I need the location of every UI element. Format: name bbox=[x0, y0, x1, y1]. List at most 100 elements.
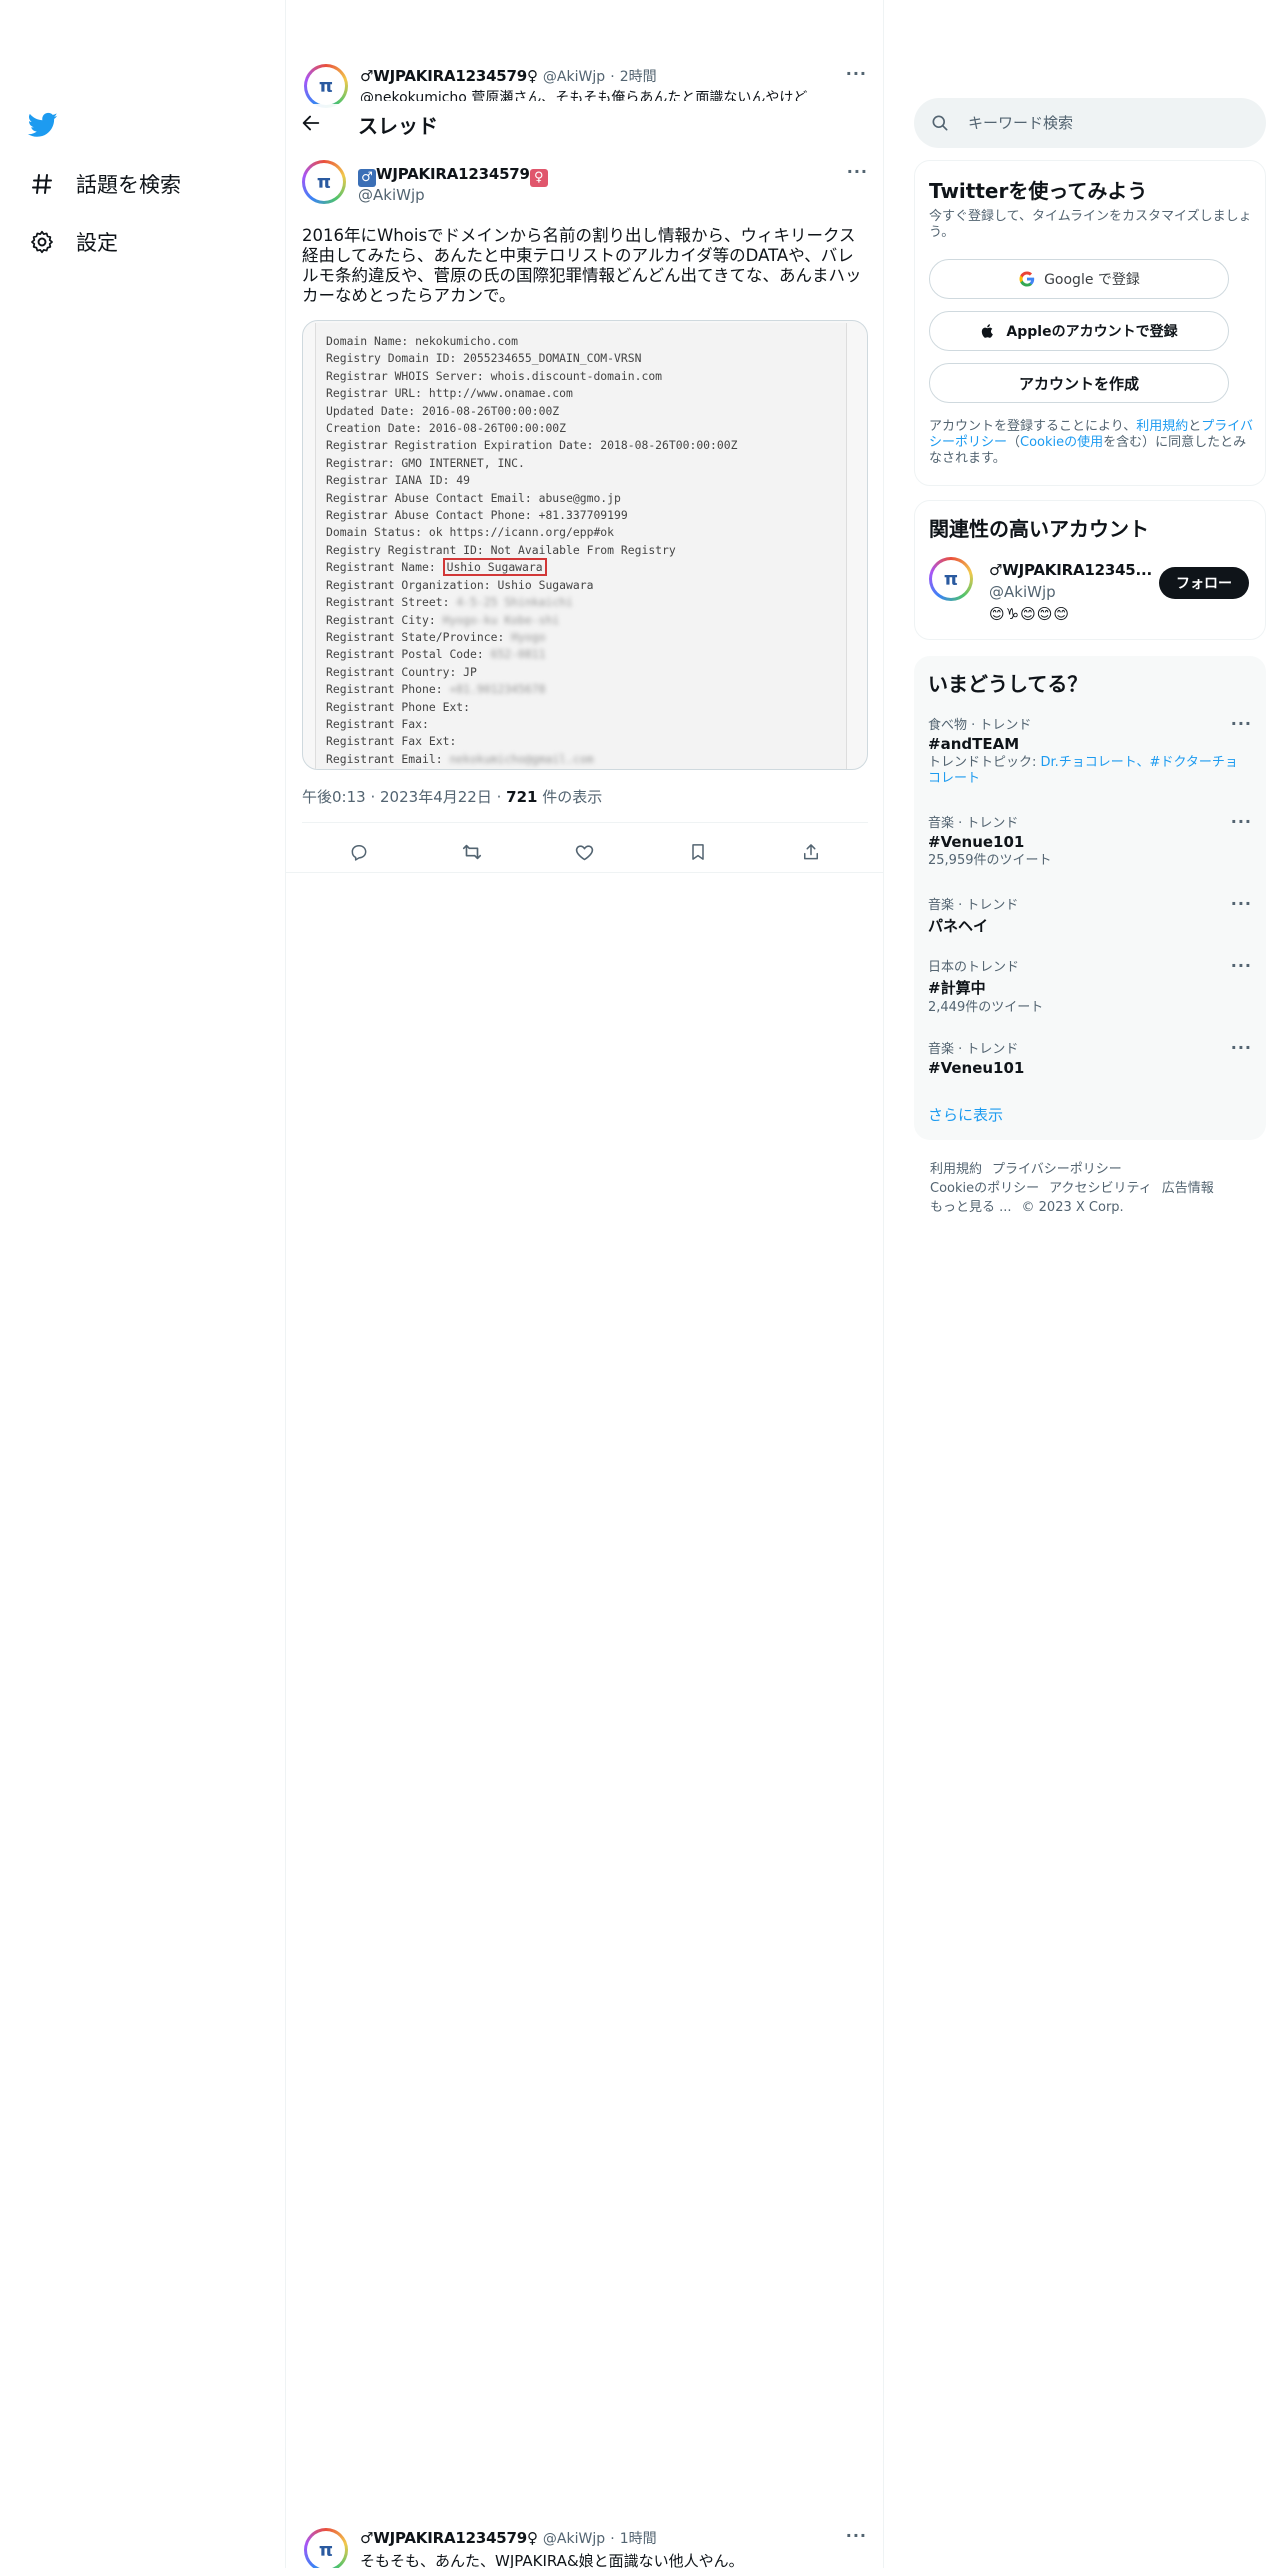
twitter-logo-icon[interactable] bbox=[26, 110, 66, 144]
apple-signup-button[interactable]: Appleのアカウントで登録 bbox=[929, 311, 1229, 351]
tweet-header: ♂WJPAKIRA1234579♀ @AkiWjp · 2時間 bbox=[360, 66, 657, 86]
timestamp[interactable]: 2時間 bbox=[620, 69, 657, 85]
left-nav: 話題を検索 設定 bbox=[0, 0, 286, 2568]
related-bio: 😊♑😊😊😊 bbox=[989, 605, 1070, 623]
follow-button[interactable]: フォロー bbox=[1159, 567, 1249, 599]
views-count: 721 bbox=[506, 788, 538, 806]
more-options-icon[interactable]: ··· bbox=[1231, 956, 1252, 975]
handle[interactable]: @AkiWjp bbox=[543, 2531, 605, 2547]
create-account-button[interactable]: アカウントを作成 bbox=[929, 363, 1229, 403]
whois-field: Registrant Phone Ext: bbox=[326, 699, 471, 714]
signup-card: Twitterを使ってみよう 今すぐ登録して、タイムラインをカスタマイズしましょ… bbox=[914, 160, 1266, 486]
footer-cookie-link[interactable]: Cookieのポリシー bbox=[930, 1181, 1039, 1196]
show-more-link[interactable]: さらに表示 bbox=[928, 1104, 1003, 1125]
redacted-value: Hyogo-ku Kobe-shi bbox=[442, 612, 560, 627]
timestamp[interactable]: 1時間 bbox=[620, 2531, 657, 2547]
google-signup-button[interactable]: Google で登録 bbox=[929, 259, 1229, 299]
footer-terms-link[interactable]: 利用規約 bbox=[930, 1162, 982, 1177]
display-name-text: WJPAKIRA1234579 bbox=[376, 165, 530, 183]
share-icon[interactable] bbox=[794, 835, 828, 869]
trend-topics: トレンドトピック: Dr.チョコレート、#ドクターチョコレート bbox=[928, 755, 1238, 787]
whois-line: Registrant Street: 4-5-25 Shinkaichi bbox=[326, 594, 836, 611]
whois-line: Registrant Postal Code: 652-0811 bbox=[326, 646, 836, 663]
footer-ads-link[interactable]: 広告情報 bbox=[1162, 1181, 1214, 1196]
trend-item[interactable]: 日本のトレンド #計算中 2,449件のツイート ··· bbox=[928, 956, 1252, 1016]
handle[interactable]: @AkiWjp bbox=[358, 186, 425, 204]
avatar[interactable]: π bbox=[304, 2528, 348, 2568]
whois-field: Registrant Country: JP bbox=[326, 664, 477, 679]
right-sidebar: Twitterを使ってみよう 今すぐ登録して、タイムラインをカスタマイズしましょ… bbox=[914, 0, 1266, 2568]
whois-line: Registrant City: Hyogo-ku Kobe-shi bbox=[326, 612, 836, 629]
avatar[interactable]: π bbox=[929, 557, 973, 601]
whois-field: Registry Registrant ID: Not Available Fr… bbox=[326, 542, 676, 557]
whois-field: Registry Domain ID: 2055234655_DOMAIN_CO… bbox=[326, 351, 642, 366]
display-name[interactable]: ♂WJPAKIRA1234579♀ bbox=[360, 67, 538, 85]
trend-category: 音楽 · トレンド bbox=[928, 898, 1019, 913]
whois-line: Registrant Fax Ext: bbox=[326, 733, 836, 750]
dot-separator: · bbox=[610, 2531, 615, 2547]
more-options-icon[interactable]: ··· bbox=[1231, 1038, 1252, 1057]
nav-settings[interactable]: 設定 bbox=[26, 222, 118, 262]
terms-link[interactable]: 利用規約 bbox=[1136, 419, 1188, 434]
more-options-icon[interactable]: ··· bbox=[846, 64, 867, 83]
footer-accessibility-link[interactable]: アクセシビリティ bbox=[1049, 1181, 1152, 1196]
trend-title: #計算中 bbox=[928, 979, 986, 997]
tweet-actions bbox=[302, 828, 868, 876]
avatar[interactable]: π bbox=[304, 64, 348, 108]
signup-title: Twitterを使ってみよう bbox=[929, 179, 1148, 203]
reply-icon[interactable] bbox=[342, 835, 376, 869]
nav-explore[interactable]: 話題を検索 bbox=[26, 164, 181, 204]
more-options-icon[interactable]: ··· bbox=[1231, 812, 1252, 831]
display-name[interactable]: ♂WJPAKIRA1234579♀ bbox=[358, 164, 548, 187]
whois-field: Registrar URL: http://www.onamae.com bbox=[326, 386, 573, 401]
hashtag-icon bbox=[26, 168, 58, 200]
nav-settings-label: 設定 bbox=[76, 231, 118, 255]
trend-item[interactable]: 食べ物 · トレンド #andTEAM トレンドトピック: Dr.チョコレート、… bbox=[928, 714, 1252, 787]
footer-more-link[interactable]: もっと見る ... bbox=[930, 1200, 1012, 1215]
whois-line: Registrant Country: JP bbox=[326, 664, 836, 681]
trend-category: 音楽 · トレンド bbox=[928, 816, 1019, 831]
whois-line: Registrant Email: nekokumicho@gmail.com bbox=[326, 751, 836, 768]
trend-item[interactable]: 音楽 · トレンド #Venue101 25,959件のツイート ··· bbox=[928, 812, 1252, 869]
more-options-icon[interactable]: ··· bbox=[1231, 714, 1252, 733]
related-title: 関連性の高いアカウント bbox=[929, 517, 1149, 541]
whois-field: Registrar: GMO INTERNET, INC. bbox=[326, 455, 525, 470]
whois-line: Registrar URL: http://www.onamae.com bbox=[326, 385, 836, 402]
whois-field: Registrar Abuse Contact Email: abuse@gmo… bbox=[326, 490, 621, 505]
tweet-text: 2016年にWhoisでドメインから名前の割り出し情報から、ウィキリークス経由し… bbox=[302, 226, 862, 305]
apple-signup-label: Appleのアカウントで登録 bbox=[1006, 324, 1178, 340]
trend-title: #andTEAM bbox=[928, 735, 1020, 753]
tweet-image[interactable]: Domain Name: nekokumicho.com Registry Dom… bbox=[302, 320, 868, 770]
whois-line: Domain Name: nekokumicho.com bbox=[326, 333, 836, 350]
bookmark-icon[interactable] bbox=[681, 835, 715, 869]
whois-line: Registrar IANA ID: 49 bbox=[326, 472, 836, 489]
whois-line: Registrant Phone Ext: bbox=[326, 699, 836, 716]
back-arrow-icon[interactable] bbox=[300, 112, 324, 136]
related-display-name[interactable]: ♂WJPAKIRA12345... bbox=[989, 561, 1152, 579]
tweet-date[interactable]: 2023年4月22日 bbox=[380, 788, 492, 806]
handle[interactable]: @AkiWjp bbox=[543, 69, 605, 85]
search-input[interactable] bbox=[968, 114, 1248, 132]
reply-tweet[interactable]: π ♂WJPAKIRA1234579♀ @AkiWjp · 1時間 ··· そも… bbox=[304, 2526, 867, 2568]
trend-item[interactable]: 音楽 · トレンド #Veneu101 ··· bbox=[928, 1038, 1252, 1077]
footer-privacy-link[interactable]: プライバシーポリシー bbox=[992, 1162, 1122, 1177]
more-options-icon[interactable]: ··· bbox=[1231, 894, 1252, 913]
redacted-value: 4-5-25 Shinkaichi bbox=[456, 595, 573, 610]
retweet-icon[interactable] bbox=[455, 835, 489, 869]
whois-line: Registrar Abuse Contact Email: abuse@gmo… bbox=[326, 490, 836, 507]
google-signup-label: Google で登録 bbox=[1044, 272, 1140, 288]
display-name[interactable]: ♂WJPAKIRA1234579♀ bbox=[360, 2529, 538, 2547]
avatar[interactable]: π bbox=[302, 160, 346, 204]
more-options-icon[interactable]: ··· bbox=[846, 2526, 867, 2545]
more-options-icon[interactable]: ··· bbox=[847, 162, 868, 181]
legal-text: （ bbox=[1007, 435, 1021, 450]
search-bar[interactable] bbox=[914, 98, 1266, 148]
context-tweet[interactable]: π ♂WJPAKIRA1234579♀ @AkiWjp · 2時間 ··· @n… bbox=[304, 62, 867, 106]
tweet-time[interactable]: 午後0:13 bbox=[302, 788, 366, 806]
divider bbox=[302, 822, 868, 823]
trend-item[interactable]: 音楽 · トレンド パネヘイ ··· bbox=[928, 894, 1252, 936]
thread-header: スレッド bbox=[286, 104, 883, 144]
like-heart-icon[interactable] bbox=[568, 835, 602, 869]
cookie-link[interactable]: Cookieの使用 bbox=[1020, 435, 1103, 450]
related-handle[interactable]: @AkiWjp bbox=[989, 583, 1056, 601]
